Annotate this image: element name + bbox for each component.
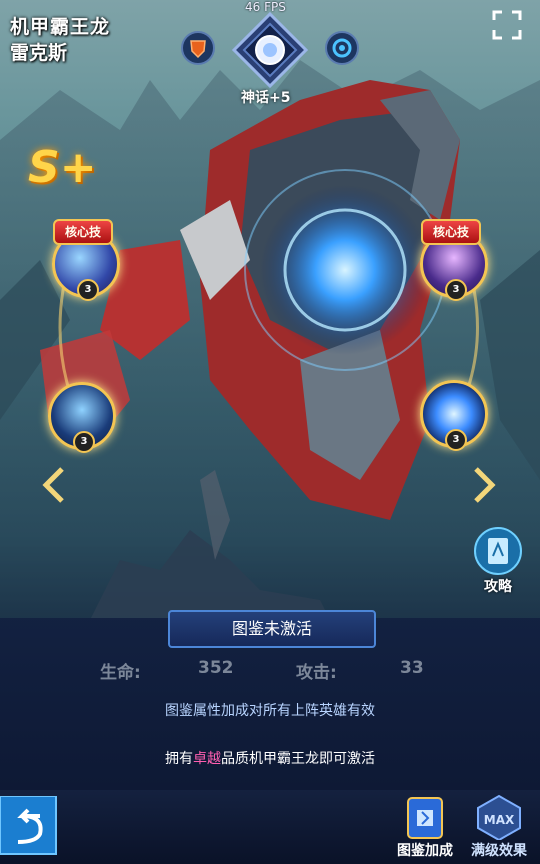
next-arrow-icon[interactable] xyxy=(468,465,498,505)
stat-hp-value: 352 xyxy=(198,658,234,678)
skill-level: 3 xyxy=(73,431,95,453)
codex-note: 图鉴属性加成对所有上阵英雄有效 xyxy=(165,703,375,719)
prev-arrow-icon[interactable] xyxy=(40,465,70,505)
skill-1[interactable]: 核心技 3 xyxy=(52,219,120,301)
stat-hp-label: 生命: xyxy=(100,663,141,683)
activate-prefix: 拥有 xyxy=(165,751,193,767)
rank-label: 神话+5 xyxy=(241,90,291,106)
guide-button[interactable]: 攻略 xyxy=(470,526,526,596)
skill-4[interactable]: 3 xyxy=(420,380,488,451)
max-badge-icon: MAX xyxy=(477,794,521,840)
activate-hint: 拥有卓越品质机甲霸王龙即可激活 xyxy=(0,748,540,768)
skill-3[interactable]: 核心技 3 xyxy=(420,219,488,301)
max-effect-label: 满级效果 xyxy=(471,843,527,859)
codex-title: 图鉴未激活 xyxy=(168,610,376,648)
guide-label: 攻略 xyxy=(484,579,512,595)
shield-icon[interactable] xyxy=(180,30,216,66)
skill-level: 3 xyxy=(77,279,99,301)
skill-level: 3 xyxy=(445,279,467,301)
codex-icon xyxy=(407,797,443,839)
skill-level: 3 xyxy=(445,429,467,451)
swap-icon[interactable] xyxy=(324,30,360,66)
rank-emblem[interactable] xyxy=(228,10,312,90)
skill-2[interactable]: 3 xyxy=(48,382,116,453)
core-skill-tag: 核心技 xyxy=(53,219,113,245)
hero-name: 机甲霸王龙 xyxy=(10,16,111,38)
max-effect-button[interactable]: MAX 满级效果 xyxy=(464,794,534,860)
max-badge-text: MAX xyxy=(484,813,515,827)
activate-suffix: 品质机甲霸王龙即可激活 xyxy=(221,751,375,767)
stat-atk-value: 33 xyxy=(400,658,424,678)
fullscreen-icon[interactable] xyxy=(492,10,522,40)
hero-subtitle: 雷克斯 xyxy=(10,42,68,64)
codex-bonus-label: 图鉴加成 xyxy=(397,843,453,859)
codex-bonus-button[interactable]: 图鉴加成 xyxy=(390,794,460,860)
quality-highlight: 卓越 xyxy=(193,751,221,767)
back-button[interactable] xyxy=(0,796,58,856)
core-skill-tag: 核心技 xyxy=(421,219,481,245)
stat-atk-label: 攻击: xyxy=(296,663,337,683)
guide-icon xyxy=(474,527,522,575)
grade-badge: S+ xyxy=(28,142,97,193)
